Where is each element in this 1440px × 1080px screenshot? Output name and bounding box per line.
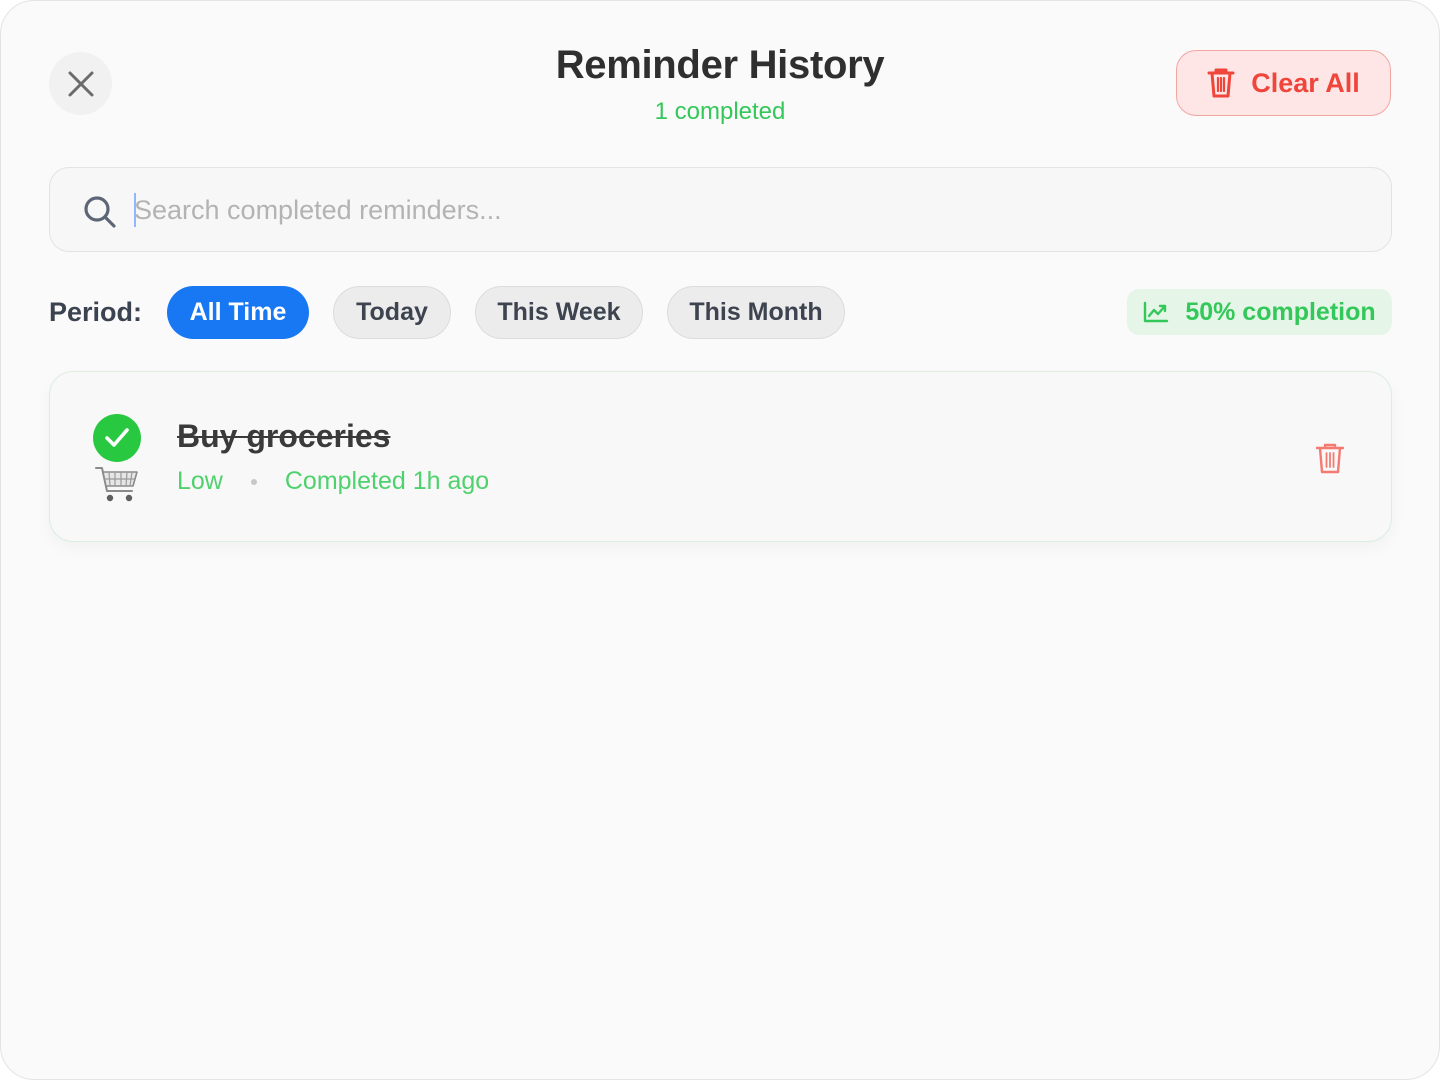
filter-all-time[interactable]: All Time (167, 286, 309, 339)
filter-this-month[interactable]: This Month (667, 286, 845, 339)
filter-today[interactable]: Today (333, 286, 451, 339)
clear-all-label: Clear All (1251, 67, 1360, 98)
trash-icon (1207, 68, 1235, 98)
text-caret (134, 193, 136, 227)
trend-up-icon (1144, 301, 1169, 323)
delete-reminder-icon[interactable] (1314, 441, 1346, 475)
close-icon (68, 71, 93, 96)
shopping-cart-icon (95, 467, 138, 502)
reminder-title: Buy groceries (177, 418, 391, 454)
separator-dot (250, 478, 257, 485)
search-bar (49, 167, 1392, 252)
completion-badge: 50% completion (1127, 289, 1392, 335)
reminder-history-window: Reminder History 1 completed Clear All P… (0, 0, 1440, 1080)
search-icon (84, 196, 116, 228)
completion-label: 50% completion (1185, 297, 1376, 326)
priority-label: Low (177, 467, 223, 495)
period-label: Period: (49, 297, 143, 327)
checkmark-icon (105, 428, 129, 447)
reminder-meta: Low Completed 1h ago (177, 467, 489, 496)
filter-this-week[interactable]: This Week (475, 286, 643, 339)
completed-time: Completed 1h ago (284, 467, 490, 495)
close-button[interactable] (49, 52, 112, 115)
reminder-card[interactable]: Buy groceries Low Completed 1h ago (49, 371, 1392, 542)
clear-all-button[interactable]: Clear All (1176, 50, 1391, 116)
search-input[interactable] (134, 188, 1364, 232)
completed-checkmark[interactable] (93, 414, 141, 462)
